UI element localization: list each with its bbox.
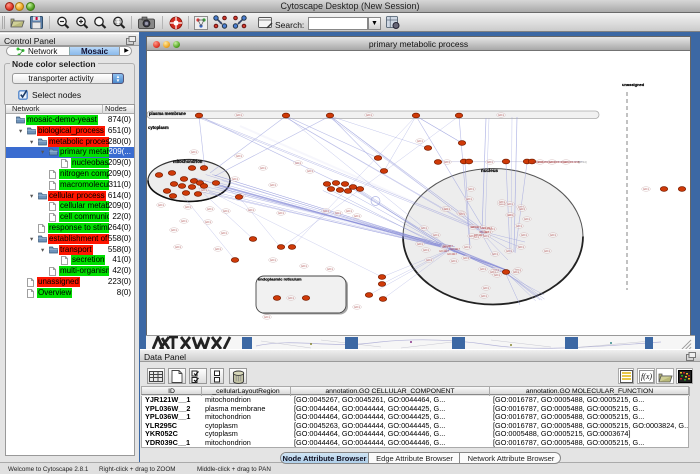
svg-text:GO:1: GO:1 (236, 155, 242, 158)
svg-text:GO:1: GO:1 (423, 249, 429, 252)
svg-text:GO:1: GO:1 (483, 287, 489, 290)
svg-text:GO:1: GO:1 (175, 246, 181, 249)
svg-text:GO:1: GO:1 (464, 246, 470, 249)
svg-text:GO:4417: GO:4417 (447, 253, 457, 256)
svg-text:GO:1: GO:1 (494, 274, 500, 277)
svg-text:GO:1: GO:1 (181, 220, 187, 223)
svg-text:GO:1: GO:1 (270, 259, 276, 262)
svg-text:GO:1: GO:1 (185, 206, 191, 209)
svg-text:GO:1: GO:1 (205, 221, 211, 224)
svg-text:GO:4417: GO:4417 (471, 226, 481, 229)
svg-text:unassigned: unassigned (622, 82, 645, 87)
svg-text:GO:1: GO:1 (323, 210, 329, 213)
svg-text:GO:1: GO:1 (295, 162, 301, 165)
svg-text:GO:4417: GO:4417 (474, 234, 484, 237)
svg-text:GO:0046483(GO:0006139,GO:00442: GO:0046483(GO:0006139,GO:0044238) (533, 160, 580, 164)
svg-text:GO:1: GO:1 (207, 208, 213, 211)
svg-text:GO:1: GO:1 (301, 265, 307, 268)
svg-text:GO:1: GO:1 (417, 140, 423, 143)
svg-text:GO:1: GO:1 (335, 212, 341, 215)
svg-text:GO:1: GO:1 (171, 229, 177, 232)
svg-text:GO:1: GO:1 (346, 210, 352, 213)
svg-text:GO:1: GO:1 (519, 208, 525, 211)
svg-text:GO:1: GO:1 (518, 246, 524, 249)
svg-text:GO:1: GO:1 (417, 243, 423, 246)
svg-text:GO:1: GO:1 (191, 151, 197, 154)
svg-text:GO:1: GO:1 (223, 210, 229, 213)
svg-text:GO:1: GO:1 (481, 295, 487, 298)
svg-text:GO:1: GO:1 (366, 114, 372, 117)
svg-text:GO:1: GO:1 (260, 167, 266, 170)
svg-text:GO:1: GO:1 (499, 201, 505, 204)
svg-text:GO:1: GO:1 (236, 114, 242, 117)
svg-text:GO:1: GO:1 (480, 268, 486, 271)
svg-text:GO:1: GO:1 (468, 188, 474, 191)
svg-text:GO:1: GO:1 (513, 271, 519, 274)
svg-text:GO:1: GO:1 (327, 268, 333, 271)
svg-text:GO:4417: GO:4417 (482, 227, 492, 230)
svg-text:GO:1: GO:1 (516, 225, 522, 228)
svg-text:GO:1: GO:1 (483, 235, 489, 238)
svg-text:GO:1: GO:1 (158, 204, 164, 207)
svg-text:GO:1: GO:1 (544, 250, 550, 253)
svg-text:GO:1: GO:1 (643, 188, 649, 191)
svg-text:GO:1: GO:1 (487, 161, 493, 164)
svg-text:f(x): f(x) (640, 372, 651, 381)
svg-text:GO:1: GO:1 (498, 114, 504, 117)
svg-text:GO:1: GO:1 (215, 248, 221, 251)
svg-text:GO:1: GO:1 (492, 253, 498, 256)
svg-text:nucleus: nucleus (481, 168, 499, 173)
svg-text:mitochondrion: mitochondrion (173, 159, 203, 164)
svg-text:GO:1: GO:1 (354, 215, 360, 218)
svg-text:GO:1: GO:1 (506, 250, 512, 253)
svg-text:GO:1: GO:1 (354, 306, 360, 309)
svg-text:1:1: 1:1 (115, 20, 122, 26)
svg-text:GO:1: GO:1 (307, 170, 313, 173)
svg-text:GO:1: GO:1 (463, 257, 469, 260)
svg-text:GO:1: GO:1 (270, 184, 276, 187)
svg-text:GO:1: GO:1 (451, 260, 457, 263)
svg-text:GO:1: GO:1 (221, 232, 227, 235)
svg-text:GO:1: GO:1 (426, 259, 432, 262)
svg-text:GO:1: GO:1 (288, 297, 294, 300)
svg-text:GO:1: GO:1 (248, 209, 254, 212)
svg-text:GO:1: GO:1 (459, 213, 465, 216)
svg-text:GO:1: GO:1 (524, 218, 530, 221)
svg-text:GO:1: GO:1 (444, 208, 450, 211)
svg-text:cytoplasm: cytoplasm (148, 125, 169, 130)
svg-text:GO:1: GO:1 (232, 178, 238, 181)
svg-text:GO:1: GO:1 (421, 227, 427, 230)
svg-text:[GO:44]: [GO:44] (578, 161, 587, 164)
svg-text:GO:1: GO:1 (507, 203, 513, 206)
svg-text:endoplasmic reticulum: endoplasmic reticulum (258, 277, 302, 282)
svg-text:GO:1: GO:1 (264, 316, 270, 319)
svg-text:plasma membrane: plasma membrane (149, 111, 186, 116)
svg-text:GO:1: GO:1 (466, 198, 472, 201)
svg-text:GO:1: GO:1 (201, 189, 207, 192)
svg-text:GO:1: GO:1 (444, 161, 450, 164)
svg-text:GO:1: GO:1 (507, 214, 513, 217)
svg-text:GO:1: GO:1 (433, 234, 439, 237)
svg-text:GO:1: GO:1 (550, 234, 556, 237)
svg-text:GO:4417: GO:4417 (450, 248, 460, 251)
svg-text:GO:1: GO:1 (278, 212, 284, 215)
svg-text:GO:1: GO:1 (521, 234, 527, 237)
